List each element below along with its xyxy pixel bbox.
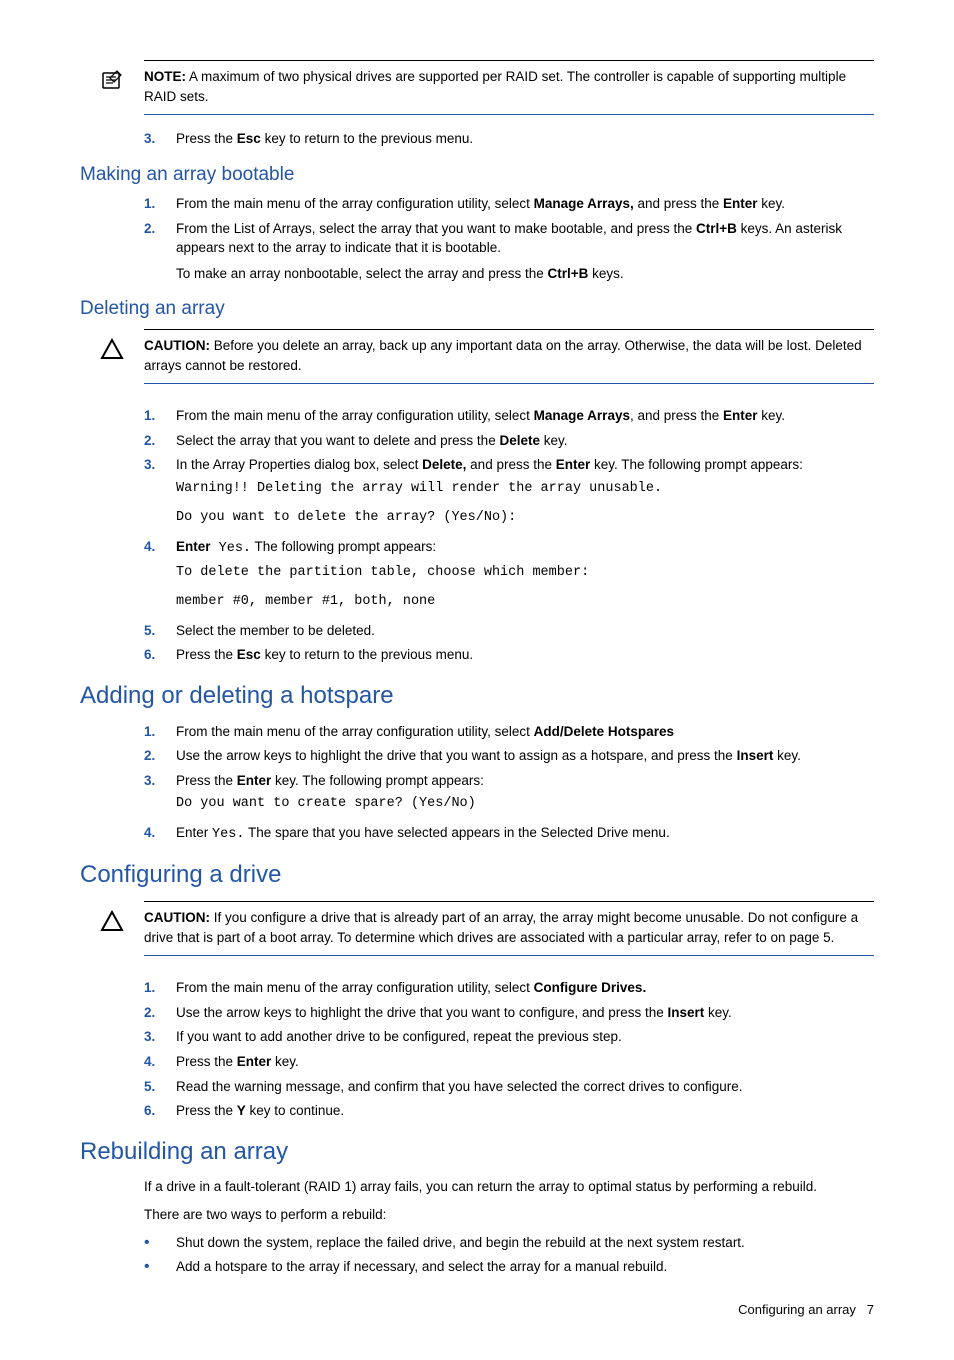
list-item: 6. Press the Y key to continue. <box>144 1101 874 1121</box>
list-number: 5. <box>144 1077 176 1097</box>
note-box: NOTE: A maximum of two physical drives a… <box>144 60 874 115</box>
note-icon <box>100 69 128 97</box>
list-number: 4. <box>144 823 176 845</box>
heading-rebuilding: Rebuilding an array <box>80 1135 874 1170</box>
list-number: 1. <box>144 406 176 426</box>
code-block: Do you want to delete the array? (Yes/No… <box>176 508 874 528</box>
code-block: Do you want to create spare? (Yes/No) <box>176 794 874 814</box>
list-item: 2. Use the arrow keys to highlight the d… <box>144 746 874 766</box>
list-item: 2. Use the arrow keys to highlight the d… <box>144 1003 874 1023</box>
page-number: 7 <box>867 1302 874 1317</box>
code-block: To delete the partition table, choose wh… <box>176 563 874 583</box>
note-text: A maximum of two physical drives are sup… <box>144 69 846 104</box>
list-item: 3. Press the Esc key to return to the pr… <box>144 129 874 149</box>
list-deleting: 1. From the main menu of the array confi… <box>144 406 874 665</box>
list-item: 3. In the Array Properties dialog box, s… <box>144 455 874 532</box>
list-number: 6. <box>144 645 176 665</box>
list-item: 4. Enter Yes. The spare that you have se… <box>144 823 874 845</box>
bullet-icon: • <box>144 1233 176 1253</box>
list-item: 5. Read the warning message, and confirm… <box>144 1077 874 1097</box>
bullet-icon: • <box>144 1257 176 1277</box>
note-label: NOTE: <box>144 69 186 84</box>
list-number: 6. <box>144 1101 176 1121</box>
list-number: 1. <box>144 194 176 214</box>
list-rebuilding: • Shut down the system, replace the fail… <box>144 1233 874 1277</box>
heading-configuring-drive: Configuring a drive <box>80 858 874 893</box>
list-number: 1. <box>144 978 176 998</box>
footer-text: Configuring an array <box>738 1302 856 1317</box>
caution-text: Before you delete an array, back up any … <box>144 338 862 373</box>
caution-icon <box>100 338 128 366</box>
list-item: 2. Select the array that you want to del… <box>144 431 874 451</box>
caution-label: CAUTION: <box>144 338 210 353</box>
list-item: 1. From the main menu of the array confi… <box>144 978 874 998</box>
list-configuring: 1. From the main menu of the array confi… <box>144 978 874 1120</box>
list-number: 2. <box>144 1003 176 1023</box>
list-number: 2. <box>144 219 176 284</box>
list-making-bootable: 1. From the main menu of the array confi… <box>144 194 874 283</box>
list-hotspare: 1. From the main menu of the array confi… <box>144 722 874 845</box>
caution-label: CAUTION: <box>144 910 210 925</box>
list-item: 1. From the main menu of the array confi… <box>144 406 874 426</box>
caution-box: CAUTION: If you configure a drive that i… <box>144 901 874 956</box>
list-item: 4. Press the Enter key. <box>144 1052 874 1072</box>
list-item: 1. From the main menu of the array confi… <box>144 194 874 214</box>
list-item: 1. From the main menu of the array confi… <box>144 722 874 742</box>
list-item: • Add a hotspare to the array if necessa… <box>144 1257 874 1277</box>
paragraph: If a drive in a fault-tolerant (RAID 1) … <box>144 1177 874 1197</box>
list-item: 3. If you want to add another drive to b… <box>144 1027 874 1047</box>
list-number: 1. <box>144 722 176 742</box>
list-number: 2. <box>144 431 176 451</box>
list-item: 5. Select the member to be deleted. <box>144 621 874 641</box>
list-item: 6. Press the Esc key to return to the pr… <box>144 645 874 665</box>
paragraph: There are two ways to perform a rebuild: <box>144 1205 874 1225</box>
list-number: 5. <box>144 621 176 641</box>
page-footer: Configuring an array 7 <box>80 1301 874 1320</box>
list-number: 3. <box>144 771 176 818</box>
caution-text: If you configure a drive that is already… <box>144 910 858 945</box>
caution-icon <box>100 910 128 938</box>
list-top: 3. Press the Esc key to return to the pr… <box>144 129 874 149</box>
list-number: 3. <box>144 1027 176 1047</box>
list-item: 3. Press the Enter key. The following pr… <box>144 771 874 818</box>
code-block: member #0, member #1, both, none <box>176 592 874 612</box>
code-block: Warning!! Deleting the array will render… <box>176 479 874 499</box>
list-item: • Shut down the system, replace the fail… <box>144 1233 874 1253</box>
list-number: 4. <box>144 1052 176 1072</box>
heading-deleting-array: Deleting an array <box>80 295 874 323</box>
list-number: 4. <box>144 537 176 616</box>
list-item: 2. From the List of Arrays, select the a… <box>144 219 874 284</box>
list-number: 3. <box>144 129 176 149</box>
heading-hotspare: Adding or deleting a hotspare <box>80 679 874 714</box>
caution-box: CAUTION: Before you delete an array, bac… <box>144 329 874 384</box>
heading-making-bootable: Making an array bootable <box>80 161 874 189</box>
list-number: 2. <box>144 746 176 766</box>
list-item: 4. Enter Yes. The following prompt appea… <box>144 537 874 616</box>
list-number: 3. <box>144 455 176 532</box>
